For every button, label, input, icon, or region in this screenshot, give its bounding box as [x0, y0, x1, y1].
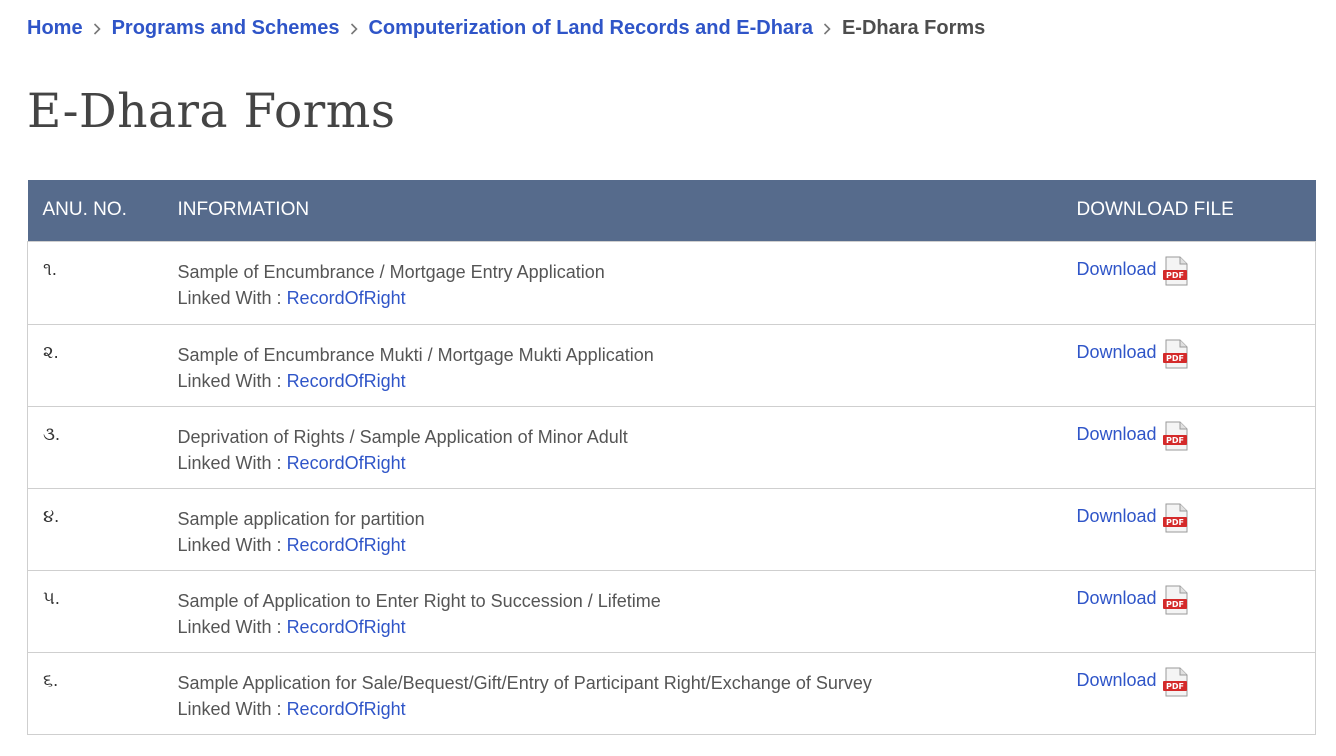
download-link[interactable]: Download PDF [1076, 503, 1189, 533]
row-download: Download PDF [1076, 569, 1316, 653]
pdf-file-icon: PDF [1162, 256, 1188, 285]
linked-with-label: Linked With : [177, 287, 282, 308]
row-information: Sample of Encumbrance Mukti / Mortgage M… [177, 323, 1077, 407]
svg-text:PDF: PDF [1166, 682, 1184, 691]
download-label: Download [1076, 423, 1157, 444]
row-number: ૧. [27, 240, 178, 325]
chevron-right-icon [83, 22, 112, 35]
table-row: ૩. Deprivation of Rights / Sample Applic… [27, 405, 1316, 489]
breadcrumb: Home Programs and Schemes Computerizatio… [27, 17, 985, 40]
row-information: Deprivation of Rights / Sample Applicati… [177, 405, 1077, 489]
table-row: ૫. Sample of Application to Enter Right … [27, 569, 1316, 653]
linked-record-link[interactable]: RecordOfRight [287, 699, 406, 719]
form-title: Sample Application for Sale/Bequest/Gift… [177, 672, 872, 693]
form-title: Sample of Encumbrance Mukti / Mortgage M… [177, 344, 654, 365]
row-number: ૪. [27, 487, 178, 571]
breadcrumb-home-link[interactable]: Home [27, 17, 83, 40]
header-download-file: DOWNLOAD FILE [1076, 199, 1234, 221]
linked-record-link[interactable]: RecordOfRight [287, 453, 406, 473]
download-link[interactable]: Download PDF [1076, 256, 1189, 286]
linked-with-label: Linked With : [177, 698, 282, 719]
row-number: ૨. [27, 323, 178, 407]
download-label: Download [1076, 341, 1157, 362]
linked-with: Linked With : RecordOfRight [178, 368, 1077, 394]
table-row: ૧. Sample of Encumbrance / Mortgage Entr… [27, 240, 1316, 325]
form-title: Deprivation of Rights / Sample Applicati… [177, 426, 628, 447]
form-title: Sample of Application to Enter Right to … [177, 590, 661, 611]
pdf-file-icon: PDF [1162, 503, 1188, 532]
linked-with: Linked With : RecordOfRight [178, 450, 1077, 476]
linked-record-link[interactable]: RecordOfRight [287, 288, 406, 308]
row-download: Download PDF [1076, 240, 1316, 325]
table-header-row: ANU. NO. INFORMATION DOWNLOAD FILE [27, 180, 1316, 241]
linked-record-link[interactable]: RecordOfRight [287, 535, 406, 555]
linked-with: Linked With : RecordOfRight [178, 696, 1077, 722]
svg-text:PDF: PDF [1166, 271, 1184, 280]
form-title: Sample of Encumbrance / Mortgage Entry A… [177, 261, 605, 282]
row-information: Sample application for partition Linked … [177, 487, 1077, 571]
chevron-right-icon [813, 22, 842, 35]
svg-text:PDF: PDF [1166, 518, 1184, 527]
row-download: Download PDF [1076, 487, 1316, 571]
row-download: Download PDF [1076, 323, 1316, 407]
pdf-file-icon: PDF [1162, 667, 1188, 696]
linked-with-label: Linked With : [177, 452, 282, 473]
download-link[interactable]: Download PDF [1076, 339, 1189, 369]
breadcrumb-edhara-link[interactable]: Computerization of Land Records and E-Dh… [368, 17, 812, 40]
header-information: INFORMATION [177, 199, 310, 221]
download-link[interactable]: Download PDF [1076, 667, 1189, 697]
breadcrumb-programs-link[interactable]: Programs and Schemes [112, 17, 340, 40]
svg-text:PDF: PDF [1166, 354, 1184, 363]
row-information: Sample of Encumbrance / Mortgage Entry A… [177, 240, 1077, 325]
chevron-right-icon [339, 22, 368, 35]
linked-record-link[interactable]: RecordOfRight [287, 371, 406, 391]
download-link[interactable]: Download PDF [1076, 421, 1189, 451]
row-information: Sample of Application to Enter Right to … [177, 569, 1077, 653]
pdf-file-icon: PDF [1162, 421, 1188, 450]
linked-with-label: Linked With : [177, 534, 282, 555]
download-label: Download [1076, 505, 1157, 526]
linked-with: Linked With : RecordOfRight [178, 614, 1077, 640]
row-number: ૫. [27, 569, 178, 653]
row-download: Download PDF [1076, 405, 1316, 489]
table-row: ૨. Sample of Encumbrance Mukti / Mortgag… [27, 323, 1316, 407]
linked-with: Linked With : RecordOfRight [178, 285, 1077, 311]
breadcrumb-current: E-Dhara Forms [841, 17, 986, 39]
row-download: Download PDF [1076, 651, 1316, 735]
header-anu-no: ANU. NO. [42, 199, 127, 221]
forms-table: ANU. NO. INFORMATION DOWNLOAD FILE ૧. Sa… [27, 180, 1316, 735]
linked-with-label: Linked With : [177, 370, 282, 391]
table-row: ૪. Sample application for partition Link… [27, 487, 1316, 571]
linked-with: Linked With : RecordOfRight [178, 532, 1077, 558]
linked-record-link[interactable]: RecordOfRight [287, 617, 406, 637]
pdf-file-icon: PDF [1162, 339, 1188, 368]
svg-text:PDF: PDF [1166, 436, 1184, 445]
download-label: Download [1076, 669, 1157, 690]
table-row: ૬. Sample Application for Sale/Bequest/G… [27, 651, 1316, 735]
download-label: Download [1076, 587, 1157, 608]
page-title: E-Dhara Forms [27, 84, 396, 139]
download-link[interactable]: Download PDF [1076, 585, 1189, 615]
form-title: Sample application for partition [177, 508, 425, 529]
linked-with-label: Linked With : [177, 616, 282, 637]
row-number: ૩. [27, 405, 178, 489]
svg-text:PDF: PDF [1166, 600, 1184, 609]
row-number: ૬. [27, 651, 178, 735]
download-label: Download [1076, 258, 1157, 279]
row-information: Sample Application for Sale/Bequest/Gift… [177, 651, 1077, 735]
pdf-file-icon: PDF [1162, 585, 1188, 614]
